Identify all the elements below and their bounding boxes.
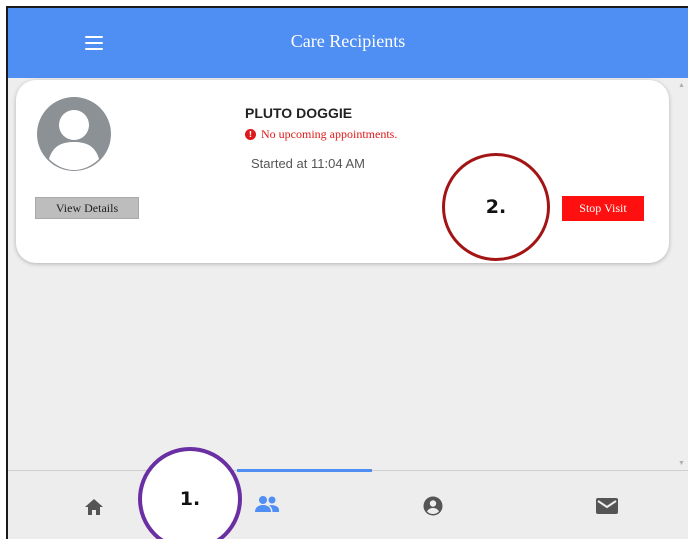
app-frame: Care Recipients ▲ ▼ View Details PLUTO D…	[6, 6, 688, 539]
scroll-up-arrow-icon[interactable]: ▲	[678, 82, 685, 89]
account-circle-icon[interactable]	[423, 496, 443, 516]
app-header: Care Recipients	[8, 8, 688, 78]
scroll-down-arrow-icon[interactable]: ▼	[678, 460, 685, 467]
view-details-button[interactable]: View Details	[35, 197, 139, 219]
callout-2-label: 2.	[485, 196, 507, 218]
callout-marker-2: 2.	[442, 153, 550, 261]
care-recipient-card: View Details PLUTO DOGGIE ! No upcoming …	[16, 80, 669, 263]
people-icon[interactable]	[254, 494, 280, 514]
callout-1-label: 1.	[179, 488, 201, 510]
appointment-status-text: No upcoming appointments.	[261, 127, 398, 141]
stop-visit-button[interactable]: Stop Visit	[562, 196, 644, 221]
page-title: Care Recipients	[290, 31, 406, 51]
callout-marker-1: 1.	[138, 447, 242, 539]
mail-icon[interactable]	[596, 497, 618, 515]
info-icon: !	[245, 129, 256, 140]
active-tab-indicator	[237, 469, 372, 472]
visit-started-time: Started at 11:04 AM	[251, 156, 365, 171]
bottom-navigation	[8, 469, 688, 539]
appointment-status: ! No upcoming appointments.	[245, 127, 397, 142]
home-icon[interactable]	[84, 497, 104, 517]
patient-name: PLUTO DOGGIE	[245, 105, 353, 121]
avatar-placeholder-icon	[37, 97, 111, 171]
